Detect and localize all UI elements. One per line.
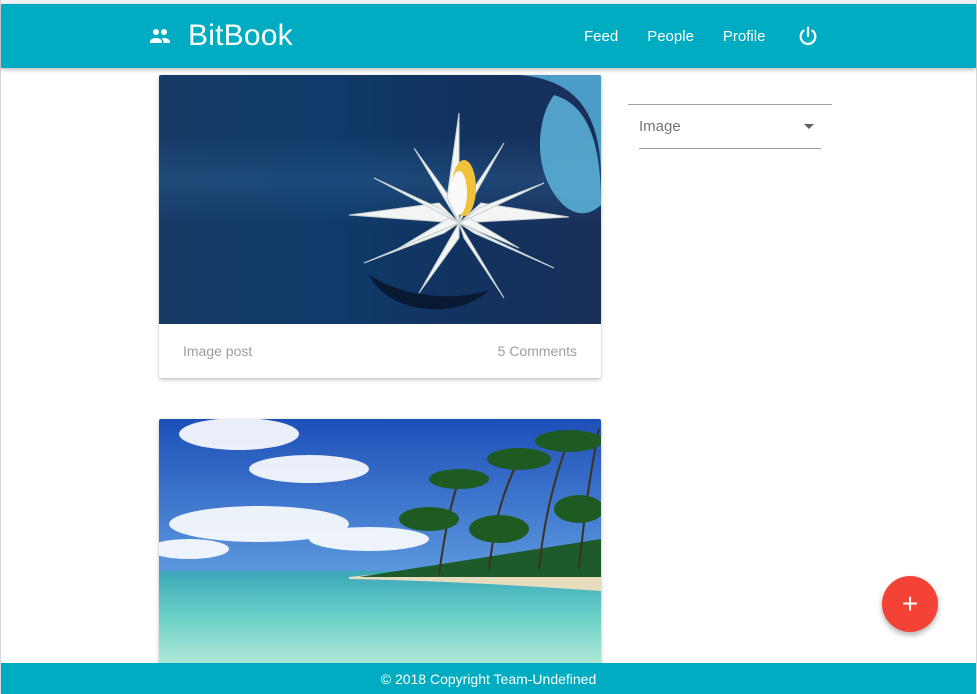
caret-down-icon — [804, 124, 814, 129]
brand[interactable]: BitBook — [148, 4, 293, 68]
nav-link-people[interactable]: People — [647, 28, 694, 45]
power-icon[interactable] — [797, 25, 819, 47]
footer: © 2018 Copyright Team-Undefined — [1, 663, 976, 694]
post-comments-link[interactable]: 5 Comments — [498, 343, 577, 359]
post-type-label[interactable]: Image post — [183, 343, 252, 359]
post-image-water-lily[interactable] — [159, 75, 601, 324]
post-type-select[interactable]: Image — [639, 105, 821, 149]
post-type-filter: Image — [628, 104, 832, 149]
add-post-button[interactable]: + — [882, 576, 938, 632]
navbar: BitBook Feed People Profile — [1, 4, 976, 68]
brand-title: BitBook — [188, 19, 293, 52]
select-value: Image — [639, 118, 681, 135]
post-card[interactable]: Image post 5 Comments — [159, 75, 601, 378]
nav-link-feed[interactable]: Feed — [584, 28, 618, 45]
nav-link-profile[interactable]: Profile — [723, 28, 766, 45]
plus-icon: + — [901, 588, 919, 619]
post-card[interactable] — [159, 419, 601, 679]
post-image-beach[interactable] — [159, 419, 601, 669]
post-card-action: Image post 5 Comments — [159, 324, 601, 378]
people-icon — [150, 29, 170, 43]
nav-links: Feed People Profile — [584, 4, 819, 68]
footer-copyright: © 2018 Copyright Team-Undefined — [380, 670, 597, 687]
